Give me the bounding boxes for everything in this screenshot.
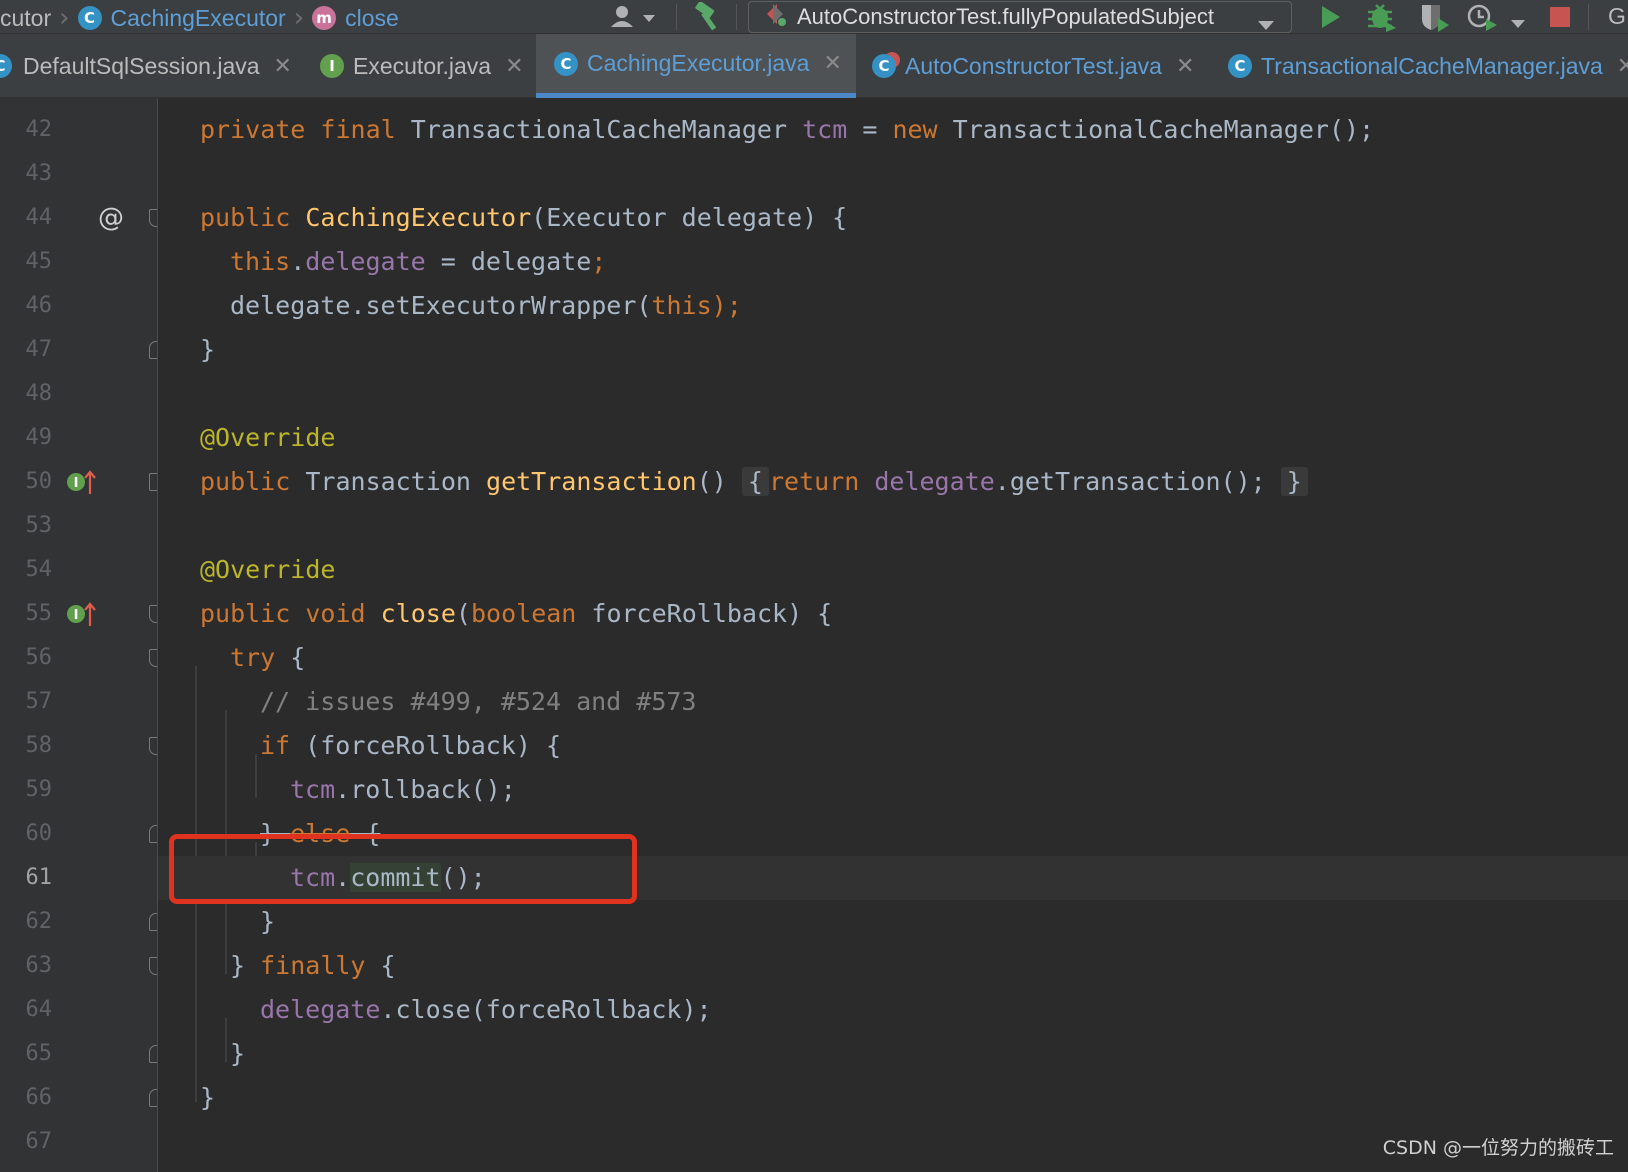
tab-label: CachingExecutor.java xyxy=(587,50,810,76)
close-icon[interactable]: ✕ xyxy=(505,54,523,79)
class-icon: C xyxy=(77,6,102,30)
build-hammer-icon[interactable] xyxy=(692,0,726,38)
line-number[interactable]: 62 xyxy=(0,900,53,944)
chevron-right-icon: › xyxy=(59,3,70,33)
line-number[interactable]: 66 xyxy=(0,1076,53,1120)
code-line[interactable]: // issues #499, #524 and #573 xyxy=(158,680,1628,724)
line-number[interactable]: 58 xyxy=(0,724,53,768)
code-line[interactable]: @Override xyxy=(158,416,1628,460)
chevron-right-icon: › xyxy=(293,3,305,33)
run-config-icon xyxy=(763,1,787,33)
watermark: CSDN @一位努力的搬砖工 xyxy=(1382,1137,1614,1159)
tab-autoconstructortest[interactable]: C AutoConstructorTest.java ✕ xyxy=(872,34,1202,98)
breadcrumb: cutor › C CachingExecutor › m close xyxy=(0,3,399,33)
run-configuration-select[interactable]: AutoConstructorTest.fullyPopulatedSubjec… xyxy=(748,1,1292,33)
line-number-current[interactable]: 61 xyxy=(0,856,53,900)
code-line[interactable]: private final TransactionalCacheManager … xyxy=(158,108,1628,152)
svg-text:I: I xyxy=(74,608,79,623)
line-number[interactable]: 55 xyxy=(0,592,53,636)
close-icon[interactable]: ✕ xyxy=(1176,54,1194,79)
line-number[interactable]: 42 xyxy=(0,108,53,152)
line-number[interactable]: 64 xyxy=(0,988,53,1032)
code-line[interactable]: } xyxy=(158,900,1628,944)
chevron-down-icon[interactable] xyxy=(1510,9,1526,36)
code-line[interactable]: if (forceRollback) { xyxy=(158,724,1628,768)
line-number[interactable]: 63 xyxy=(0,944,53,988)
line-number[interactable]: 47 xyxy=(0,328,53,372)
line-number[interactable]: 49 xyxy=(0,416,53,460)
breadcrumb-item-class[interactable]: CachingExecutor xyxy=(111,5,286,32)
line-number[interactable]: 45 xyxy=(0,240,53,284)
tab-cachingexecutor[interactable]: C CachingExecutor.java ✕ xyxy=(536,34,856,98)
implements-method-icon[interactable]: I xyxy=(66,470,96,501)
line-number[interactable]: 60 xyxy=(0,812,53,856)
code-line[interactable]: tcm.rollback(); xyxy=(158,768,1628,812)
implements-method-icon[interactable]: I xyxy=(66,602,96,633)
coverage-icon[interactable] xyxy=(1418,2,1450,38)
line-number[interactable]: 53 xyxy=(0,504,53,548)
code-line[interactable]: } xyxy=(158,328,1628,372)
editor-tab-bar: C DefaultSqlSession.java ✕ I Executor.ja… xyxy=(0,34,1628,98)
code-line[interactable]: public CachingExecutor(Executor delegate… xyxy=(158,196,1628,240)
line-number[interactable]: 43 xyxy=(0,152,53,196)
code-editor[interactable]: private final TransactionalCacheManager … xyxy=(158,98,1628,1172)
tab-label: TransactionalCacheManager.java xyxy=(1261,52,1603,79)
tab-label: AutoConstructorTest.java xyxy=(905,52,1162,79)
line-number[interactable]: 50 xyxy=(0,460,53,504)
line-number[interactable]: 54 xyxy=(0,548,53,592)
code-line[interactable]: public Transaction getTransaction() {ret… xyxy=(158,460,1628,504)
run-icon[interactable] xyxy=(1316,3,1344,37)
code-line[interactable]: } xyxy=(158,1032,1628,1076)
line-number[interactable]: 48 xyxy=(0,372,53,416)
profile-icon[interactable] xyxy=(1466,2,1498,38)
highlight-annotation-box xyxy=(169,834,637,904)
code-line[interactable]: this.delegate = delegate; xyxy=(158,240,1628,284)
tab-label: Executor.java xyxy=(353,52,492,79)
class-icon: C xyxy=(554,51,578,76)
svg-text:I: I xyxy=(74,476,79,491)
close-icon[interactable]: ✕ xyxy=(274,54,292,79)
run-config-label: AutoConstructorTest.fullyPopulatedSubjec… xyxy=(797,4,1215,29)
code-line[interactable]: public void close(boolean forceRollback)… xyxy=(158,592,1628,636)
line-number[interactable]: 67 xyxy=(0,1120,53,1164)
breadcrumb-item-method[interactable]: close xyxy=(345,5,399,32)
method-icon: m xyxy=(312,6,337,30)
code-line[interactable]: try { xyxy=(158,636,1628,680)
code-line[interactable]: } finally { xyxy=(158,944,1628,988)
tab-transactionalcachemanager[interactable]: C TransactionalCacheManager.java ✕ xyxy=(1228,34,1628,98)
test-class-icon: C xyxy=(872,54,896,78)
class-icon: C xyxy=(1228,54,1252,78)
line-number[interactable]: 46 xyxy=(0,284,53,328)
at-sign-icon[interactable]: @ xyxy=(98,196,124,240)
user-icon[interactable] xyxy=(608,3,660,37)
close-icon[interactable]: ✕ xyxy=(1617,54,1628,79)
navigation-bar: cutor › C CachingExecutor › m close Auto… xyxy=(0,0,1628,34)
class-icon: C xyxy=(0,54,12,78)
breadcrumb-item-package[interactable]: cutor xyxy=(0,5,51,32)
close-icon[interactable]: ✕ xyxy=(823,51,841,76)
code-line[interactable]: @Override xyxy=(158,548,1628,592)
line-number[interactable]: 65 xyxy=(0,1032,53,1076)
debug-icon[interactable] xyxy=(1366,2,1398,38)
line-number[interactable]: 59 xyxy=(0,768,53,812)
line-number[interactable]: 56 xyxy=(0,636,53,680)
tab-defaultsqlsession[interactable]: C DefaultSqlSession.java ✕ xyxy=(0,34,304,98)
search-everywhere-label[interactable]: G xyxy=(1608,3,1626,30)
line-number[interactable]: 57 xyxy=(0,680,53,724)
editor-gutter: 42 43 44 @ 45 46 47 48 49 50 I 53 54 55 … xyxy=(0,98,167,1172)
code-line[interactable]: delegate.close(forceRollback); xyxy=(158,988,1628,1032)
tab-label: DefaultSqlSession.java xyxy=(23,52,260,79)
tab-executor[interactable]: I Executor.java ✕ xyxy=(320,34,530,98)
interface-icon: I xyxy=(320,54,344,78)
line-number[interactable]: 44 xyxy=(0,196,53,240)
stop-icon[interactable] xyxy=(1548,5,1572,35)
code-line[interactable]: } xyxy=(158,1076,1628,1120)
code-line[interactable]: delegate.setExecutorWrapper(this); xyxy=(158,284,1628,328)
